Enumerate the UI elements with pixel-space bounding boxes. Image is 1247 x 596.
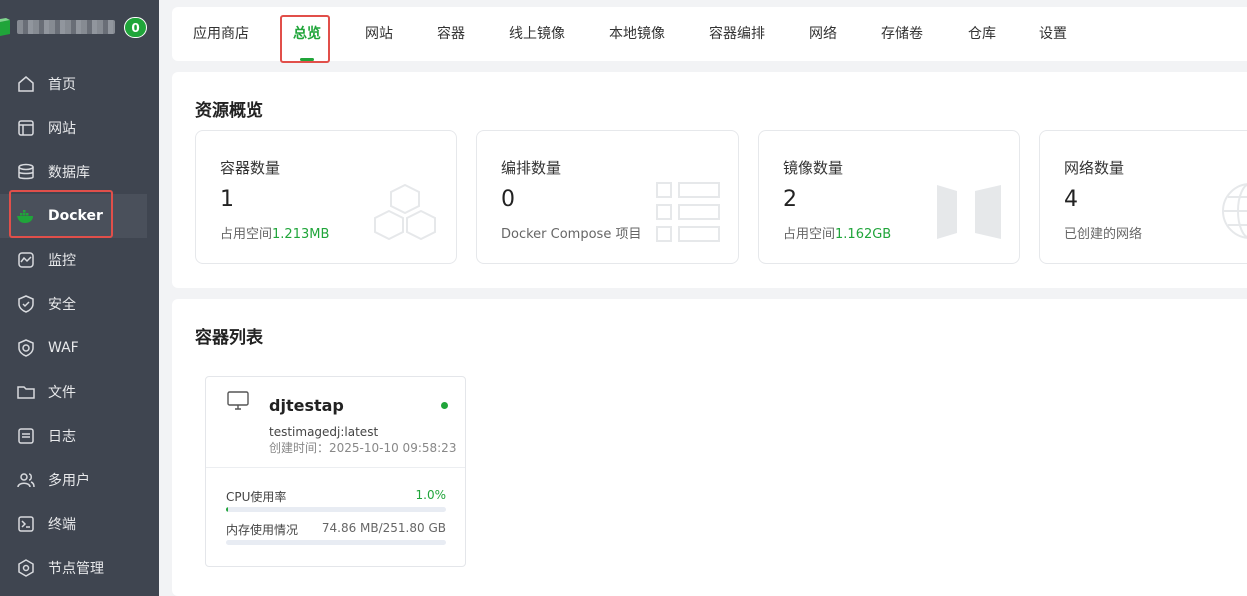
container-list-title: 容器列表	[195, 328, 263, 348]
sidebar-header: 0	[0, 12, 159, 42]
stat-label: 镜像数量	[783, 159, 844, 177]
sidebar-item-label: 数据库	[48, 165, 90, 181]
sidebar-item-label: 安全	[48, 297, 76, 313]
sidebar-item-logs[interactable]: 日志	[0, 414, 159, 458]
stat-card-networks[interactable]: 网络数量 4 已创建的网络	[1039, 130, 1247, 264]
tab-local-image[interactable]: 本地镜像	[609, 7, 665, 61]
tab-volume[interactable]: 存储卷	[881, 7, 923, 61]
tab-compose[interactable]: 容器编排	[709, 7, 765, 61]
sidebar-item-files[interactable]: 文件	[0, 370, 159, 414]
container-image: testimagedj:latest	[269, 425, 379, 439]
memory-value: 74.86 MB/251.80 GB	[321, 521, 446, 535]
tab-online-image[interactable]: 线上镜像	[509, 7, 565, 61]
stat-card-containers[interactable]: 容器数量 1 占用空间1.213MB	[195, 130, 457, 264]
divider	[206, 467, 465, 468]
cubes-icon	[374, 183, 436, 241]
sidebar-item-label: 文件	[48, 385, 76, 401]
sidebar-item-website[interactable]: 网站	[0, 106, 159, 150]
grid-list-icon	[656, 182, 720, 242]
sidebar-item-label: 监控	[48, 253, 76, 269]
stat-sub: 占用空间1.162GB	[783, 227, 892, 242]
sidebar-item-database[interactable]: 数据库	[0, 150, 159, 194]
sidebar-item-security[interactable]: 安全	[0, 282, 159, 326]
stat-card-images[interactable]: 镜像数量 2 占用空间1.162GB	[758, 130, 1020, 264]
tab-registry[interactable]: 仓库	[968, 7, 996, 61]
website-icon	[18, 120, 34, 136]
stat-sub: 已创建的网络	[1064, 227, 1143, 242]
sidebar-item-label: 节点管理	[48, 561, 104, 577]
stat-value: 2	[783, 187, 797, 212]
sidebar-nav: 首页 网站 数据库 Docker 监控 安全 WAF 文件 日志 多用户 终端 …	[0, 62, 159, 590]
folder-icon	[17, 386, 35, 399]
database-icon	[18, 163, 34, 180]
monitor-screen-icon	[227, 391, 249, 410]
users-icon	[17, 473, 35, 488]
container-name[interactable]: djtestap	[269, 396, 344, 415]
highlight-box-overview	[280, 15, 330, 63]
tab-app-store[interactable]: 应用商店	[193, 7, 249, 61]
logo-icon	[0, 18, 10, 36]
container-created-time: 创建时间：2025-10-10 09:58:23	[269, 441, 457, 455]
sidebar-item-users[interactable]: 多用户	[0, 458, 159, 502]
stat-label: 容器数量	[220, 159, 281, 177]
sidebar-item-label: 多用户	[48, 473, 90, 489]
stat-value: 4	[1064, 187, 1078, 212]
sidebar-item-label: WAF	[48, 340, 79, 356]
sidebar-item-label: 首页	[48, 77, 76, 93]
stat-sub: Docker Compose 项目	[501, 227, 642, 242]
tab-container[interactable]: 容器	[437, 7, 465, 61]
resource-overview-panel: 资源概览 容器数量 1 占用空间1.213MB 编排数量 0 Docker Co…	[172, 72, 1247, 288]
stat-value: 1	[220, 187, 234, 212]
cpu-label: CPU使用率	[226, 490, 287, 504]
memory-progress-bar	[226, 540, 446, 545]
container-card[interactable]: djtestap testimagedj:latest 创建时间：2025-10…	[205, 376, 466, 567]
memory-label: 内存使用情况	[226, 523, 299, 537]
notification-badge[interactable]: 0	[124, 17, 147, 38]
sidebar-item-waf[interactable]: WAF	[0, 326, 159, 370]
terminal-icon	[18, 516, 34, 532]
stat-label: 编排数量	[501, 159, 562, 177]
overview-title: 资源概览	[195, 101, 263, 121]
home-icon	[18, 76, 34, 92]
shield-icon	[18, 295, 34, 313]
status-running-dot	[441, 402, 448, 409]
waf-icon	[18, 339, 34, 357]
monitor-icon	[18, 252, 34, 268]
globe-icon	[1222, 183, 1247, 239]
image-layers-icon	[937, 185, 1001, 239]
cpu-progress-fill	[226, 507, 229, 512]
sidebar: 0 首页 网站 数据库 Docker 监控 安全 WAF 文件 日志 多用户 终…	[0, 0, 159, 596]
log-icon	[18, 428, 34, 444]
highlight-box-docker	[9, 190, 113, 238]
sidebar-item-label: 终端	[48, 517, 76, 533]
sidebar-item-home[interactable]: 首页	[0, 62, 159, 106]
cpu-value: 1.0%	[415, 488, 447, 502]
tab-settings[interactable]: 设置	[1039, 7, 1067, 61]
stat-sub: 占用空间1.213MB	[220, 227, 330, 242]
stat-label: 网络数量	[1064, 159, 1125, 177]
tab-website[interactable]: 网站	[365, 7, 393, 61]
sidebar-item-label: 日志	[48, 429, 76, 445]
tab-network[interactable]: 网络	[809, 7, 837, 61]
nodes-icon	[18, 559, 34, 577]
cpu-progress-bar	[226, 507, 446, 512]
sidebar-item-nodes[interactable]: 节点管理	[0, 546, 159, 590]
sidebar-item-monitor[interactable]: 监控	[0, 238, 159, 282]
tab-bar: 应用商店 总览 网站 容器 线上镜像 本地镜像 容器编排 网络 存储卷 仓库 设…	[172, 7, 1247, 61]
sidebar-item-label: 网站	[48, 121, 76, 137]
stat-card-compose[interactable]: 编排数量 0 Docker Compose 项目	[476, 130, 739, 264]
server-name-blurred	[17, 20, 115, 34]
sidebar-item-terminal[interactable]: 终端	[0, 502, 159, 546]
stat-value: 0	[501, 187, 515, 212]
